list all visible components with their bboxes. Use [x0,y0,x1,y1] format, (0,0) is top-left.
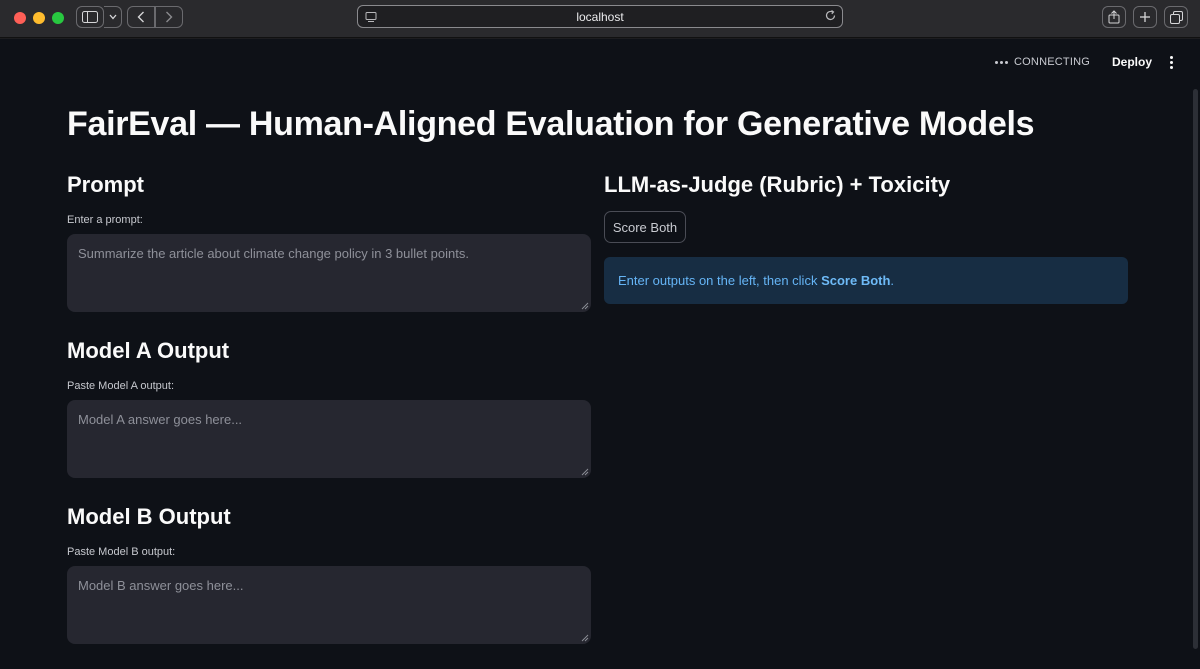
model-a-label: Paste Model A output: [67,380,175,392]
sidebar-toggle-button[interactable] [76,6,104,28]
model-b-heading: Model B Output [67,504,231,529]
model-b-label: Paste Model B output: [67,546,176,558]
minimize-window-button[interactable] [33,12,45,24]
model-a-input[interactable]: Model A answer goes here... [67,400,591,478]
plus-icon [1140,12,1150,22]
reload-icon[interactable] [824,9,837,27]
judge-heading: LLM-as-Judge (Rubric) + Toxicity [604,172,950,198]
tab-overview-button[interactable] [1164,6,1188,28]
zoom-window-button[interactable] [52,12,64,24]
sidebar-menu-button[interactable] [104,6,122,28]
model-a-heading: Model A Output [67,338,230,363]
ellipsis-icon [995,60,1009,64]
prompt-input[interactable]: Summarize the article about climate chan… [67,234,591,312]
app-viewport: CONNECTING Deploy FairEval — Human-Align… [0,39,1200,669]
page-settings-icon[interactable] [365,10,377,28]
info-alert: Enter outputs on the left, then click Sc… [604,257,1128,304]
prompt-placeholder: Summarize the article about climate chan… [78,246,469,261]
page-title: FairEval — Human-Aligned Evaluation for … [67,105,1035,143]
connection-status-text: CONNECTING [1014,56,1090,68]
info-text-suffix: . [890,273,895,288]
chevron-down-icon [109,14,116,20]
sidebar-icon [82,11,98,23]
forward-button[interactable] [155,6,183,28]
tabs-icon [1169,10,1183,24]
prompt-heading: Prompt [67,172,144,197]
score-both-button[interactable]: Score Both [604,211,686,243]
scrollbar[interactable] [1193,89,1198,649]
resize-handle-icon[interactable] [581,302,589,310]
model-a-placeholder: Model A answer goes here... [78,412,243,427]
deploy-button[interactable]: Deploy [1112,55,1152,69]
connection-status: CONNECTING [995,56,1090,68]
url-text: localhost [576,9,624,24]
chevron-left-icon [137,11,144,23]
back-button[interactable] [127,6,155,28]
judge-heading-text: LLM-as-Judge (Rubric) + Toxicity [604,172,951,197]
info-text-bold: Score Both [821,273,891,288]
browser-toolbar: localhost [0,0,1200,38]
main-menu-icon[interactable] [1168,55,1174,69]
share-button[interactable] [1102,6,1126,28]
model-b-placeholder: Model B answer goes here... [78,578,244,593]
resize-handle-icon[interactable] [581,634,589,642]
new-tab-button[interactable] [1133,6,1157,28]
chevron-right-icon [166,11,173,23]
resize-handle-icon[interactable] [581,468,589,476]
address-bar[interactable]: localhost [357,5,843,28]
model-b-input[interactable]: Model B answer goes here... [67,566,591,644]
info-text-prefix: Enter outputs on the left, then click [618,273,818,288]
prompt-label: Enter a prompt: [67,214,143,226]
app-header-actions: CONNECTING Deploy [995,55,1174,69]
share-icon [1108,10,1120,24]
close-window-button[interactable] [14,12,26,24]
